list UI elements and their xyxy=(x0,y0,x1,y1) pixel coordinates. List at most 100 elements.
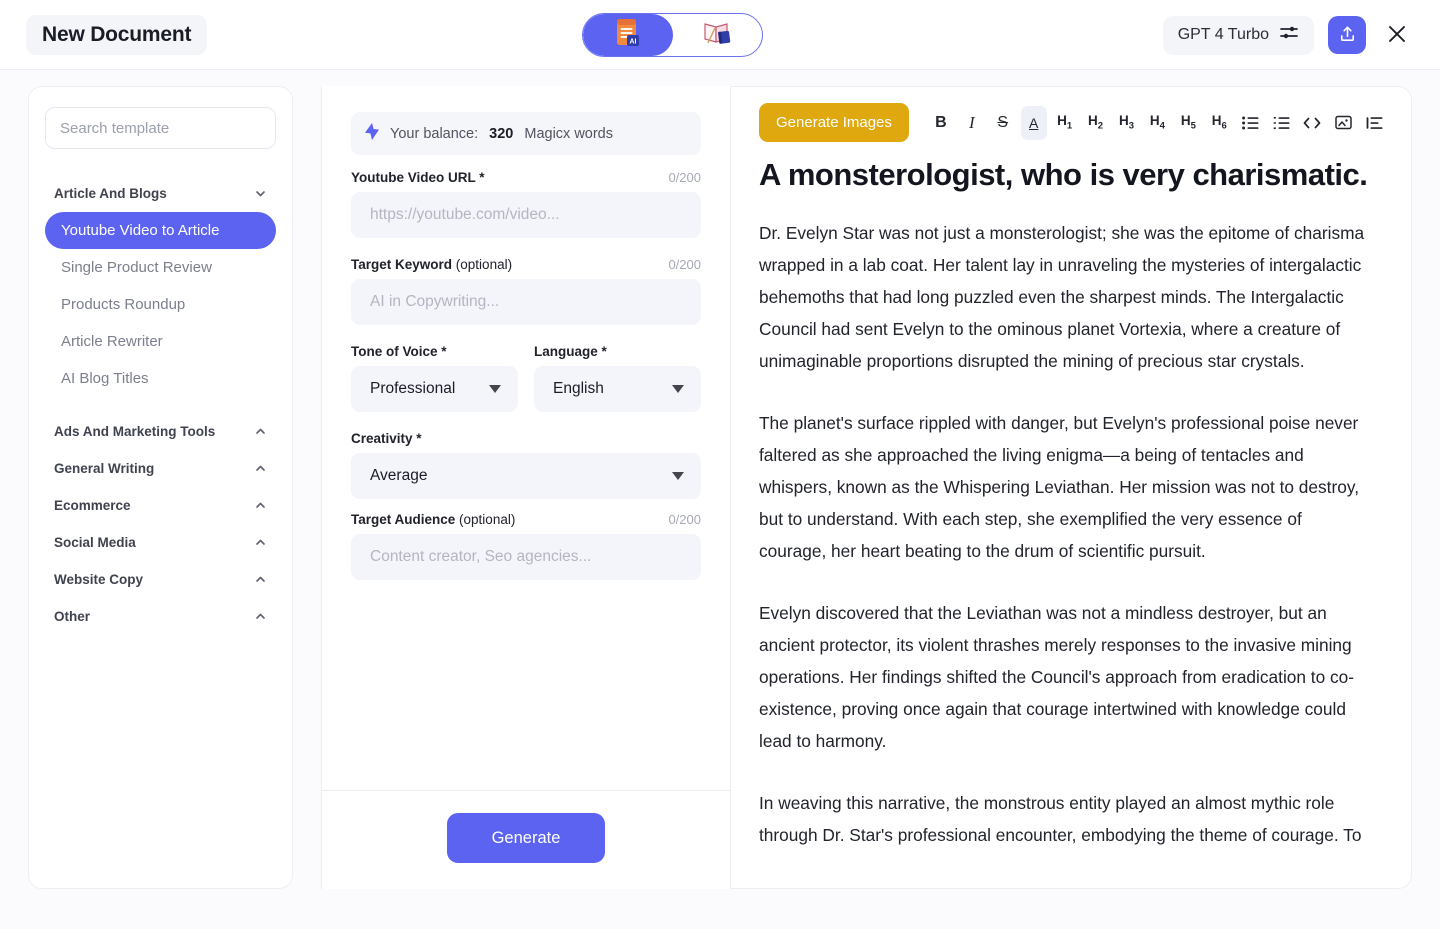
label-text: Tone of Voice xyxy=(351,344,438,359)
heading-1-icon[interactable]: H1 xyxy=(1052,106,1078,140)
field-target-audience-counter: 0/200 xyxy=(668,512,701,527)
numbered-list-icon[interactable] xyxy=(1268,106,1294,140)
italic-label: I xyxy=(968,112,975,132)
chevron-down-icon xyxy=(489,385,501,393)
search-input[interactable] xyxy=(45,107,276,149)
generate-button[interactable]: Generate xyxy=(447,813,605,863)
model-selector[interactable]: GPT 4 Turbo xyxy=(1162,15,1314,55)
form-footer: Generate xyxy=(322,790,730,889)
heading-5-icon[interactable]: H5 xyxy=(1175,106,1201,140)
creativity-value: Average xyxy=(370,467,428,484)
sidebar-group-other[interactable]: Other xyxy=(45,598,276,635)
chevron-down-icon xyxy=(254,187,267,200)
optional-marker: (optional) xyxy=(459,512,516,527)
app-header: New Document AI GPT 4 Turbo xyxy=(0,0,1440,70)
document-title[interactable]: New Document xyxy=(26,14,208,55)
code-block-icon[interactable] xyxy=(1299,106,1325,140)
align-indent-icon[interactable] xyxy=(1361,106,1387,140)
sidebar-group-label: Social Media xyxy=(54,535,136,550)
heading-3-icon[interactable]: H3 xyxy=(1114,106,1140,140)
sidebar-item-products-roundup[interactable]: Products Roundup xyxy=(45,286,276,323)
field-target-keyword-label: Target Keyword (optional) xyxy=(351,257,512,272)
sidebar-item-youtube-video-to-article[interactable]: Youtube Video to Article xyxy=(45,212,276,249)
bullet-list-icon[interactable] xyxy=(1237,106,1263,140)
svg-text:AI: AI xyxy=(629,38,636,45)
bold-icon[interactable]: B xyxy=(928,106,954,140)
tone-of-voice-value: Professional xyxy=(370,380,456,397)
bold-label: B xyxy=(935,113,947,131)
sidebar-group-label: Article And Blogs xyxy=(54,186,167,201)
field-youtube-url: Youtube Video URL * 0/200 xyxy=(351,170,701,251)
youtube-url-input[interactable] xyxy=(351,192,701,238)
field-target-keyword-header: Target Keyword (optional) 0/200 xyxy=(351,257,701,272)
tone-of-voice-select[interactable]: Professional xyxy=(351,366,518,412)
field-tone-of-voice: Tone of Voice * Professional xyxy=(351,344,518,425)
lightning-bolt-icon xyxy=(365,123,379,144)
heading-2-icon[interactable]: H2 xyxy=(1083,106,1109,140)
share-upload-icon xyxy=(1338,24,1357,46)
chevron-up-icon xyxy=(254,536,267,549)
open-book-icon xyxy=(702,19,732,52)
label-text: Target Audience xyxy=(351,512,456,527)
close-button[interactable] xyxy=(1380,18,1414,52)
field-target-keyword-counter: 0/200 xyxy=(668,257,701,272)
document-paragraph: In weaving this narrative, the monstrous… xyxy=(759,792,1362,845)
optional-marker: (optional) xyxy=(455,257,513,272)
sidebar-group-website-copy[interactable]: Website Copy xyxy=(45,561,276,598)
mode-toggle-library[interactable] xyxy=(673,14,763,56)
mode-toggle[interactable]: AI xyxy=(582,13,763,57)
balance-prefix: Your balance: xyxy=(390,125,479,142)
field-language: Language * English xyxy=(534,344,701,425)
form-fields-container: Your balance: 320 Magicx words Youtube V… xyxy=(322,86,730,790)
header-actions: GPT 4 Turbo xyxy=(1162,0,1414,70)
target-keyword-input[interactable] xyxy=(351,279,701,325)
document-paragraph: The planet's surface rippled with danger… xyxy=(759,412,1359,561)
italic-icon[interactable]: I xyxy=(959,106,985,140)
required-marker: * xyxy=(601,344,607,359)
field-language-header: Language * xyxy=(534,344,701,359)
field-target-audience-label: Target Audience (optional) xyxy=(351,512,515,527)
heading-6-icon[interactable]: H6 xyxy=(1206,106,1232,140)
chevron-up-icon xyxy=(254,573,267,586)
strikethrough-label: S xyxy=(997,113,1009,131)
field-target-audience: Target Audience (optional) 0/200 xyxy=(351,512,701,593)
required-marker: * xyxy=(441,344,447,359)
sidebar-group-ecommerce[interactable]: Ecommerce xyxy=(45,487,276,524)
chevron-up-icon xyxy=(254,610,267,623)
h2-sub: 2 xyxy=(1097,120,1104,132)
text-color-icon[interactable]: A xyxy=(1020,105,1047,140)
sidebar-group-article-and-blogs[interactable]: Article And Blogs xyxy=(45,175,276,212)
field-creativity-header: Creativity * xyxy=(351,431,701,446)
language-select[interactable]: English xyxy=(534,366,701,412)
strikethrough-icon[interactable]: S xyxy=(990,106,1016,140)
insert-image-icon[interactable] xyxy=(1330,106,1356,140)
h4-sub: 4 xyxy=(1159,120,1165,132)
sidebar-group-label: General Writing xyxy=(54,461,155,476)
editor-toolbar: Generate Images B I S A H1 H2 H3 H4 H5 H… xyxy=(731,87,1411,150)
share-button[interactable] xyxy=(1328,16,1366,54)
field-language-label: Language * xyxy=(534,344,607,359)
sidebar-group-label: Website Copy xyxy=(54,572,144,587)
field-creativity-label: Creativity * xyxy=(351,431,422,446)
sidebar-item-ai-blog-titles[interactable]: AI Blog Titles xyxy=(45,360,276,397)
heading-4-icon[interactable]: H4 xyxy=(1144,106,1170,140)
generate-images-button[interactable]: Generate Images xyxy=(759,103,909,142)
field-creativity: Creativity * Average xyxy=(351,431,701,499)
sidebar-item-article-rewriter[interactable]: Article Rewriter xyxy=(45,323,276,360)
main-shell: Article And Blogs Youtube Video to Artic… xyxy=(0,70,1440,929)
required-marker: * xyxy=(479,170,485,185)
chevron-up-icon xyxy=(254,462,267,475)
label-text: Creativity xyxy=(351,431,413,446)
document-content[interactable]: A monsterologist, who is very charismati… xyxy=(731,150,1411,851)
creativity-select[interactable]: Average xyxy=(351,453,701,499)
label-text: Language xyxy=(534,344,598,359)
balance-suffix: Magicx words xyxy=(524,125,613,142)
sidebar-group-ads-and-marketing-tools[interactable]: Ads And Marketing Tools xyxy=(45,413,276,450)
target-audience-input[interactable] xyxy=(351,534,701,580)
sidebar-group-label: Ads And Marketing Tools xyxy=(54,424,216,439)
sidebar-group-social-media[interactable]: Social Media xyxy=(45,524,276,561)
sidebar-item-single-product-review[interactable]: Single Product Review xyxy=(45,249,276,286)
mode-toggle-ai-document[interactable]: AI xyxy=(583,14,673,56)
chevron-down-icon xyxy=(672,385,684,393)
sidebar-group-general-writing[interactable]: General Writing xyxy=(45,450,276,487)
